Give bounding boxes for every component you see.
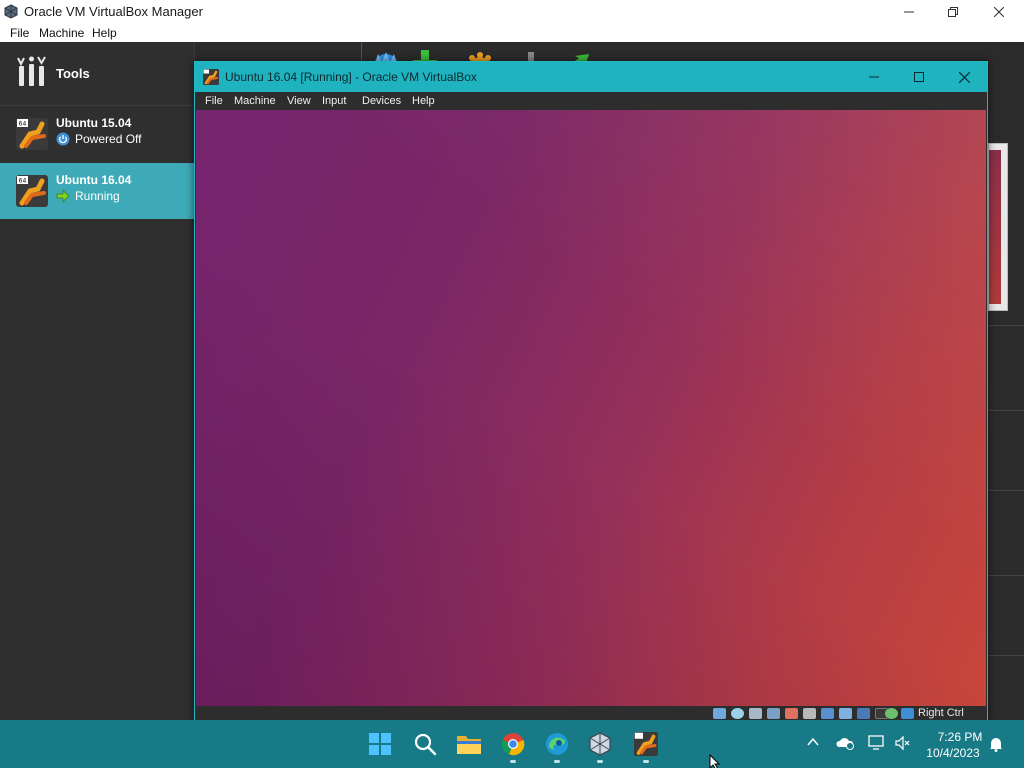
file-explorer-icon (457, 736, 481, 754)
monitor-icon[interactable] (868, 735, 886, 751)
optical-drive-icon[interactable] (731, 708, 744, 719)
close-button[interactable] (976, 0, 1022, 23)
graphics-icon[interactable] (857, 708, 870, 719)
details-divider (988, 490, 1024, 491)
ubuntu-64-os-icon: 64 (16, 175, 48, 207)
tools-icon (17, 56, 46, 86)
vm-menu-bar: File Machine View Input Devices Help (195, 92, 987, 110)
virtualbox-icon (589, 732, 611, 756)
vm-preview-thumbnail (988, 143, 1008, 311)
running-indicator (554, 760, 560, 763)
clock-date[interactable]: 10/4/2023 (920, 746, 986, 760)
vm-window: Ubuntu 16.04 [Running] - Oracle VM Virtu… (194, 61, 988, 720)
details-divider (988, 655, 1024, 656)
close-icon (958, 71, 970, 83)
vm-minimize-button[interactable] (851, 62, 897, 92)
search-button[interactable] (411, 730, 439, 758)
vm-list-item[interactable]: 64 Ubuntu 15.04 Powered Off (0, 106, 195, 162)
usb-icon[interactable] (785, 708, 798, 719)
vm-name: Ubuntu 15.04 (56, 116, 132, 130)
vm-menu-file[interactable]: File (205, 95, 223, 107)
menu-file[interactable]: File (10, 26, 29, 40)
onedrive-icon[interactable] (836, 735, 854, 751)
running-indicator (643, 760, 649, 763)
notification-bell-icon[interactable] (989, 736, 1003, 752)
minimize-icon (869, 76, 879, 78)
vm-status-bar: Right Ctrl (195, 706, 987, 720)
manager-menu-bar: File Machine Help (0, 23, 1024, 42)
start-button[interactable] (366, 730, 394, 758)
running-indicator (597, 760, 603, 763)
display-icon[interactable] (821, 708, 834, 719)
mouse-cursor-icon (709, 754, 721, 768)
speaker-muted-icon[interactable] (894, 735, 910, 751)
ubuntu-vm-window-icon (203, 69, 219, 85)
svg-text:64: 64 (19, 121, 27, 128)
close-icon (994, 6, 1004, 17)
start-icon (369, 733, 391, 755)
power-off-icon (56, 132, 70, 146)
taskbar-edge[interactable] (543, 730, 571, 758)
wallpaper-shadow (196, 110, 986, 706)
vm-menu-devices[interactable]: Devices (362, 95, 401, 107)
menu-help[interactable]: Help (92, 26, 117, 40)
tools-item[interactable]: Tools (0, 42, 195, 106)
vm-menu-input[interactable]: Input (322, 95, 346, 107)
minimize-icon (904, 11, 914, 12)
running-arrow-icon (56, 189, 70, 203)
vm-state: Powered Off (75, 132, 142, 146)
manager-title: Oracle VM VirtualBox Manager (24, 4, 203, 19)
maximize-icon (914, 72, 924, 82)
restore-icon (948, 6, 958, 17)
shared-folders-icon[interactable] (803, 708, 816, 719)
taskbar-chrome[interactable] (499, 730, 527, 758)
vm-list-sidebar: Tools 64 Ubuntu 15.04 Powered Off 64 Ubu… (0, 42, 195, 720)
running-indicator (510, 760, 516, 763)
tools-label: Tools (56, 66, 90, 81)
restore-button[interactable] (930, 0, 976, 23)
vm-title-bar[interactable]: Ubuntu 16.04 [Running] - Oracle VM Virtu… (195, 62, 987, 92)
manager-title-bar[interactable]: Oracle VM VirtualBox Manager (0, 0, 1024, 23)
edge-icon (546, 733, 568, 755)
virtualbox-app-icon (4, 4, 18, 19)
windows-taskbar: 7:26 PM 10/4/2023 (0, 720, 1024, 768)
vm-window-title: Ubuntu 16.04 [Running] - Oracle VM Virtu… (225, 70, 477, 84)
video-capture-icon[interactable] (839, 708, 852, 719)
vm-maximize-button[interactable] (896, 62, 942, 92)
hard-disk-icon[interactable] (713, 708, 726, 719)
vm-list-item[interactable]: 64 Ubuntu 16.04 Running (0, 163, 195, 219)
vm-menu-help[interactable]: Help (412, 95, 435, 107)
details-divider (988, 410, 1024, 411)
vm-state: Running (75, 189, 120, 203)
chrome-icon (501, 733, 525, 756)
audio-icon[interactable] (749, 708, 762, 719)
chevron-up-icon[interactable] (806, 735, 820, 749)
host-key-arrow-icon (901, 708, 914, 719)
taskbar-virtualbox[interactable] (586, 730, 614, 758)
svg-text:64: 64 (19, 178, 27, 185)
menu-machine[interactable]: Machine (39, 26, 84, 40)
clock-time[interactable]: 7:26 PM (930, 730, 990, 744)
vm-menu-view[interactable]: View (287, 95, 311, 107)
search-icon (414, 733, 437, 756)
network-icon[interactable] (767, 708, 780, 719)
keyboard-capture-icon[interactable] (885, 708, 898, 719)
ubuntu-64-os-icon: 64 (16, 118, 48, 150)
ubuntu-vm-icon (634, 732, 658, 756)
taskbar-file-explorer[interactable] (455, 730, 483, 758)
details-divider (988, 325, 1024, 326)
minimize-button[interactable] (886, 0, 932, 23)
taskbar-ubuntu-vm[interactable] (632, 730, 660, 758)
details-divider (988, 575, 1024, 576)
vm-menu-machine[interactable]: Machine (234, 95, 276, 107)
vm-name: Ubuntu 16.04 (56, 173, 132, 187)
host-key-label: Right Ctrl (918, 707, 964, 719)
vm-guest-display[interactable] (196, 110, 986, 706)
vm-close-button[interactable] (941, 62, 987, 92)
